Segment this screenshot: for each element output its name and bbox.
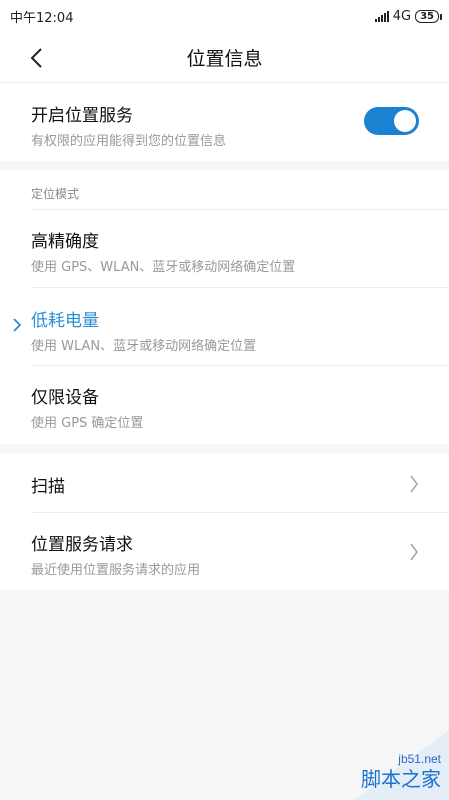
location-requests-subtitle: 最近使用位置服务请求的应用 — [31, 563, 201, 578]
battery-icon: 35 — [415, 9, 442, 23]
divider — [31, 365, 449, 366]
mode-option-subtitle: 使用 WLAN、蓝牙或移动网络确定位置 — [31, 339, 257, 354]
mode-option-high-accuracy[interactable]: 高精确度 使用 GPS、WLAN、蓝牙或移动网络确定位置 — [0, 227, 449, 275]
chevron-left-icon — [30, 48, 42, 68]
mode-section-card: 定位模式 高精确度 使用 GPS、WLAN、蓝牙或移动网络确定位置 低耗电量 使… — [0, 170, 449, 444]
chevron-right-icon — [410, 475, 418, 493]
mode-option-battery-saving[interactable]: 低耗电量 使用 WLAN、蓝牙或移动网络确定位置 — [0, 306, 449, 354]
mode-option-title: 高精确度 — [31, 232, 99, 252]
status-time: 中午12:04 — [10, 10, 74, 26]
network-type: 4G — [392, 8, 412, 24]
nav-bar: 位置信息 — [0, 32, 449, 82]
signal-icon — [374, 10, 389, 22]
back-button[interactable] — [22, 44, 50, 72]
page-title: 位置信息 — [186, 47, 263, 70]
mode-option-title: 仅限设备 — [31, 388, 99, 408]
status-icons: 4G 35 — [374, 8, 442, 24]
scan-row[interactable]: 扫描 — [0, 472, 449, 497]
location-requests-title: 位置服务请求 — [31, 535, 133, 555]
mode-option-subtitle: 使用 GPS 确定位置 — [31, 416, 144, 431]
divider — [31, 512, 449, 513]
watermark: jb51.net 脚本之家 — [334, 730, 449, 800]
watermark-text: 脚本之家 — [361, 767, 441, 791]
other-settings-card: 扫描 位置服务请求 最近使用位置服务请求的应用 — [0, 454, 449, 590]
mode-section-label: 定位模式 — [31, 187, 80, 201]
location-service-toggle[interactable] — [364, 107, 419, 135]
location-requests-row[interactable]: 位置服务请求 最近使用位置服务请求的应用 — [0, 530, 449, 578]
divider — [31, 287, 449, 288]
location-service-card: 开启位置服务 有权限的应用能得到您的位置信息 — [0, 82, 449, 161]
mode-option-device-only[interactable]: 仅限设备 使用 GPS 确定位置 — [0, 383, 449, 431]
toggle-knob — [394, 110, 416, 132]
status-bar: 中午12:04 4G 35 — [0, 0, 449, 32]
chevron-right-icon — [410, 543, 418, 561]
divider — [31, 209, 449, 210]
mode-option-title: 低耗电量 — [31, 311, 99, 331]
mode-option-subtitle: 使用 GPS、WLAN、蓝牙或移动网络确定位置 — [31, 260, 296, 275]
scan-title: 扫描 — [31, 477, 65, 497]
mode-section-header: 定位模式 — [0, 183, 449, 202]
